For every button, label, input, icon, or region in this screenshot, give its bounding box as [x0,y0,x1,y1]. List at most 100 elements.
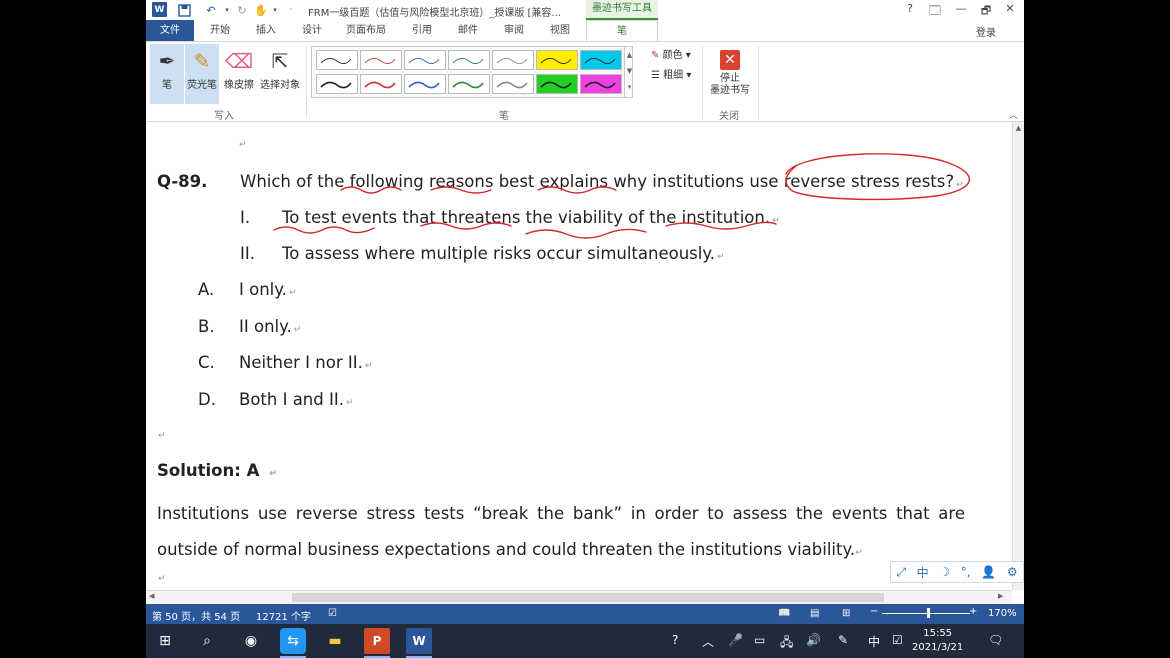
select-objects-button[interactable]: ⇱ 选择对象 [257,44,303,104]
redo-icon[interactable]: ↻ [234,2,250,18]
statement-numeral: II. [240,244,255,263]
zoom-out-icon[interactable]: − [870,606,878,617]
pen-swatch[interactable] [404,50,446,70]
sign-in-link[interactable]: 登录 [976,24,996,39]
tab-references[interactable]: 引用 [404,20,440,41]
zoom-slider-thumb[interactable] [927,608,930,618]
tab-file[interactable]: 文件 [146,20,194,41]
battery-icon[interactable]: ▭ [754,633,765,647]
microphone-icon[interactable]: 🎤 [728,633,743,647]
highlighter-tool-button[interactable]: ✎ 荧光笔 [185,44,219,104]
scroll-left-icon[interactable]: ◀ [149,592,154,600]
word-count[interactable]: 12721 个字 [256,608,311,623]
ime-punctuation-icon[interactable]: °, [961,565,971,579]
volume-icon[interactable]: 🔊 [806,633,821,647]
zoom-level[interactable]: 170% [988,608,1017,619]
meeting-app-icon[interactable]: ⇆ [280,628,306,658]
pen-swatch[interactable] [360,74,402,94]
search-icon[interactable]: ⌕ [194,628,220,654]
touch-mode-icon[interactable]: ✋ [254,2,268,18]
pen-swatch[interactable] [404,74,446,94]
pen-swatch[interactable] [492,50,534,70]
eraser-tool-button[interactable]: ⌫ 橡皮擦 [222,44,256,104]
tab-insert[interactable]: 插入 [248,20,284,41]
ime-lang-toggle[interactable]: 中 [917,564,929,581]
input-language[interactable]: 中 [868,633,880,650]
show-hidden-icons[interactable]: ︿ [702,633,714,650]
pen-swatch[interactable] [448,74,490,94]
paragraph-mark: ↵ [855,548,863,558]
save-icon[interactable] [176,2,192,18]
tab-review[interactable]: 审阅 [496,20,532,41]
document-page[interactable]: ↵ Q-89. Which of the following reasons b… [146,122,1014,590]
pen-thickness-dropdown[interactable]: ☰ 粗细 ▾ [651,66,691,81]
pen-swatch[interactable] [316,74,358,94]
scroll-thumb[interactable] [292,593,884,602]
horizontal-scrollbar[interactable]: ◀ ▶ [146,590,1012,604]
web-layout-icon[interactable]: ⊞ [842,608,850,619]
pen-swatch[interactable] [580,74,622,94]
minimize-button[interactable]: — [952,2,970,15]
word-icon[interactable]: W [406,628,432,658]
pen-tool-button[interactable]: ✒ 笔 [150,44,184,104]
pen-swatch[interactable] [448,50,490,70]
ime-user-icon[interactable]: 👤 [981,565,996,579]
eraser-label: 橡皮擦 [224,80,254,91]
option-a: I only. ↵ [239,280,296,299]
pen-swatch[interactable] [536,74,578,94]
pen-swatch[interactable] [536,50,578,70]
word-logo-icon[interactable]: W [152,2,167,17]
restore-button[interactable]: 🗗 [977,2,995,21]
scroll-up-icon[interactable]: ▲ [1013,122,1024,134]
tab-design[interactable]: 设计 [294,20,330,41]
customize-qat-icon[interactable]: ⁼ [286,2,296,18]
obs-app-icon[interactable]: ◉ [238,628,264,654]
collapse-ribbon-icon[interactable]: ︿ [1009,108,1018,121]
ime-mode-icon[interactable]: ☑ [892,633,903,647]
print-layout-icon[interactable]: ▤ [810,608,819,619]
tab-pens[interactable]: 笔 [586,20,658,41]
powerpoint-icon[interactable]: P [364,628,390,658]
undo-icon[interactable]: ↶ [202,2,220,18]
proofing-icon[interactable]: ☑ [328,608,337,619]
help-button[interactable]: ? [901,2,919,15]
notification-icon[interactable]: 🗨 [988,633,1003,647]
scroll-right-icon[interactable]: ▶ [998,592,1003,600]
read-mode-icon[interactable]: 📖 [778,608,790,619]
paragraph-mark: ↵ [293,325,302,335]
tab-home[interactable]: 开始 [202,20,238,41]
separator [702,46,703,118]
help-circle-icon[interactable]: ? [672,633,678,647]
page-count[interactable]: 第 50 页，共 54 页 [152,608,240,623]
pen-color-dropdown[interactable]: ✎ 颜色 ▾ [651,46,691,61]
pen-swatch[interactable] [580,50,622,70]
file-explorer-icon[interactable]: ▬ [322,628,348,654]
undo-dropdown-icon[interactable]: ▾ [222,2,232,18]
tab-mailings[interactable]: 邮件 [450,20,486,41]
group-close-label: 关闭 [719,111,739,122]
close-button[interactable]: ✕ [1001,2,1019,15]
zoom-slider[interactable] [882,613,970,614]
zoom-in-icon[interactable]: + [969,606,977,617]
pen-color-label: 颜色 [662,50,683,61]
ime-expand-icon[interactable]: ⤢ [896,565,906,580]
pen-swatch[interactable] [492,74,534,94]
stop-inking-button[interactable]: ✕ 停止 墨迹书写 [706,46,754,104]
vertical-scrollbar[interactable]: ▲ [1012,122,1024,590]
tab-page-layout[interactable]: 页面布局 [340,20,392,41]
pen-swatch[interactable] [316,50,358,70]
ime-settings-icon[interactable]: ⚙ [1007,565,1018,579]
ime-half-width-icon[interactable]: ☽ [939,565,950,579]
touch-dropdown-icon[interactable]: ▾ [270,2,280,18]
windows-start-icon[interactable]: ⊞ [152,628,178,654]
eraser-icon: ⌫ [224,49,254,73]
taskbar-clock[interactable]: 15:55 2021/3/21 [912,627,963,655]
option-text: Both I and II. [239,390,344,409]
pen-ink-icon[interactable]: ✎ [838,633,848,647]
statement-numeral: I. [240,208,251,227]
tab-view[interactable]: 视图 [542,20,578,41]
pen-swatch[interactable] [360,50,402,70]
pen-gallery-scroll[interactable]: ▲ ▼ ▾ [624,47,634,97]
network-icon[interactable]: 🖧 [780,633,793,654]
ribbon-display-icon[interactable]: 🗔 [926,2,944,21]
